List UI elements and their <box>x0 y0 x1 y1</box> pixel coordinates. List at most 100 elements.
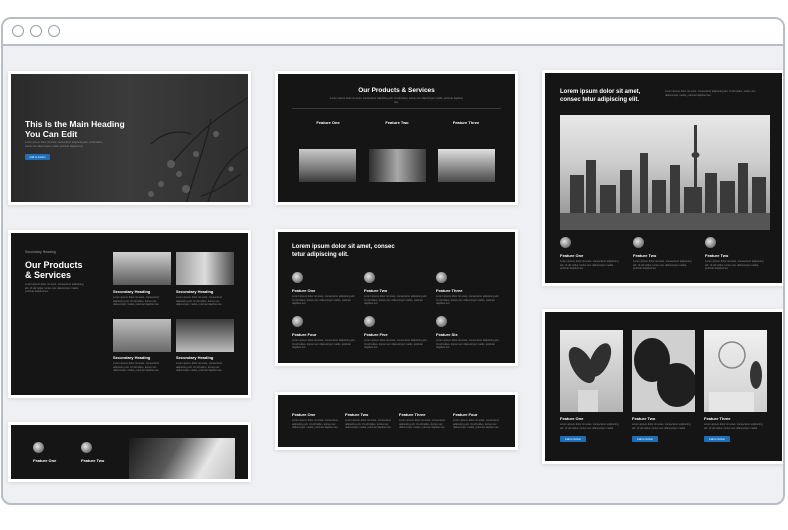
strip-feature-2: Feature Two <box>345 412 369 417</box>
skyline-body-2: Lorem ipsum dolor sit amet, consectetur … <box>633 260 692 271</box>
feature-icon-1 <box>560 237 571 248</box>
service-heading-4: Secondary Heading <box>176 355 214 360</box>
template-card-products[interactable]: Our Products & Services Lorem ipsum dolo… <box>275 71 518 205</box>
hero-heading: This Is the Main Heading You Can Edit <box>25 119 125 139</box>
plant-image-1 <box>560 330 623 412</box>
template-card-skyline[interactable]: Lorem ipsum dolor sit amet, consec tetur… <box>542 70 783 286</box>
feature-icon-2 <box>633 237 644 248</box>
six-feature-body-3: Lorem ipsum dolor sit amet, consectetur … <box>436 295 500 306</box>
plants-body-3: Lorem ipsum dolor sit amet, consectetur … <box>704 423 763 430</box>
monstera-leaves <box>634 338 695 407</box>
service-heading-3: Secondary Heading <box>113 355 151 360</box>
skyline-body-1: Lorem ipsum dolor sit amet, consectetur … <box>560 260 619 271</box>
template-card-four-features[interactable]: Feature One Feature Two Feature Three Fe… <box>275 392 518 450</box>
six-feature-body-4: Lorem ipsum dolor sit amet, consectetur … <box>292 339 356 350</box>
partial-feature-1: Feature One <box>33 458 57 463</box>
plants-feature-3: Feature Three <box>704 416 731 421</box>
skyline-feature-3: Feature Two <box>705 253 729 258</box>
feature-icon-six <box>436 316 447 327</box>
interior-image-1 <box>299 149 356 182</box>
partial-feature-icon-1 <box>33 442 44 453</box>
plants-cta-2[interactable]: Call to Action <box>632 436 658 442</box>
products-subtitle: Lorem ipsum dolor sit amet, consectetur … <box>330 97 463 104</box>
interior-image-2 <box>369 149 426 182</box>
hero-body: Lorem ipsum dolor sit amet, consectetur … <box>25 141 103 148</box>
skyline-feature-1: Feature One <box>560 253 584 258</box>
six-feature-5: Feature Five <box>364 332 388 337</box>
six-feature-body-1: Lorem ipsum dolor sit amet, consectetur … <box>292 295 356 306</box>
products-divider <box>292 108 501 109</box>
six-feature-6: Feature Six <box>436 332 458 337</box>
strip-body-3: Lorem ipsum dolor sit amet, consectetur … <box>399 419 446 430</box>
strip-feature-1: Feature One <box>292 412 316 417</box>
plants-feature-2: Feature Two <box>632 416 656 421</box>
service-image-1 <box>113 252 171 285</box>
template-card-hero[interactable]: This Is the Main Heading You Can Edit Lo… <box>8 71 251 205</box>
services-eyebrow: Secondary Heading <box>25 250 56 254</box>
plants-body-1: Lorem ipsum dolor sit amet, consectetur … <box>560 423 619 430</box>
city-skyline-image <box>560 115 770 230</box>
service-image-4 <box>176 319 234 352</box>
skyline-body-3: Lorem ipsum dolor sit amet, consectetur … <box>705 260 764 271</box>
feature-icon-three <box>436 272 447 283</box>
template-card-services-grid[interactable]: Secondary Heading Our Products & Service… <box>8 230 251 398</box>
service-heading-1: Secondary Heading <box>113 289 151 294</box>
plants-cta-1[interactable]: Call to Action <box>560 436 586 442</box>
template-card-six-features[interactable]: Lorem ipsum dolor sit amet, consec tetur… <box>275 229 518 366</box>
service-heading-2: Secondary Heading <box>176 289 214 294</box>
services-body: Lorem ipsum dolor sit amet, consectetur … <box>25 283 84 294</box>
plant-image-2 <box>632 330 695 412</box>
window-maximize-dot[interactable] <box>48 25 60 37</box>
plant-image-3 <box>704 330 767 412</box>
six-feature-3: Feature Three <box>436 288 463 293</box>
products-feature-3: Feature Three <box>452 120 480 125</box>
template-card-partial[interactable]: Feature One Feature Two <box>8 422 251 482</box>
browser-window: This Is the Main Heading You Can Edit Lo… <box>1 17 785 505</box>
feature-icon-3 <box>705 237 716 248</box>
strip-body-2: Lorem ipsum dolor sit amet, consectetur … <box>345 419 392 430</box>
service-body-4: Lorem ipsum dolor sit amet, consectetur … <box>176 362 223 373</box>
feature-icon-two <box>364 272 375 283</box>
services-title: Our Products & Services <box>25 260 83 280</box>
feature-icon-four <box>292 316 303 327</box>
partial-feature-icon-2 <box>81 442 92 453</box>
plants-cta-3[interactable]: Call to Action <box>704 436 730 442</box>
clock-and-plant <box>709 341 762 412</box>
window-minimize-dot[interactable] <box>30 25 42 37</box>
template-card-plants[interactable]: Feature One Feature Two Feature Three Lo… <box>542 309 783 464</box>
products-feature-2: Feature Two <box>385 120 409 125</box>
template-gallery: This Is the Main Heading You Can Edit Lo… <box>3 46 783 503</box>
strip-body-4: Lorem ipsum dolor sit amet, consectetur … <box>453 419 500 430</box>
service-image-2 <box>176 252 234 285</box>
skyline-intro: Lorem ipsum dolor sit amet, consectetur … <box>665 90 756 97</box>
interior-image-3 <box>438 149 495 182</box>
strip-feature-4: Feature Four <box>453 412 478 417</box>
six-features-heading: Lorem ipsum dolor sit amet, consec tetur… <box>292 244 395 258</box>
six-feature-4: Feature Four <box>292 332 317 337</box>
products-feature-1: Feature One <box>316 120 340 125</box>
six-feature-2: Feature Two <box>364 288 388 293</box>
feature-icon-one <box>292 272 303 283</box>
browser-titlebar <box>3 19 783 46</box>
six-feature-body-6: Lorem ipsum dolor sit amet, consectetur … <box>436 339 500 350</box>
feature-icon-five <box>364 316 375 327</box>
plant-leaves <box>568 343 612 412</box>
six-feature-body-2: Lorem ipsum dolor sit amet, consectetur … <box>364 295 428 306</box>
service-image-3 <box>113 319 171 352</box>
service-body-3: Lorem ipsum dolor sit amet, consectetur … <box>113 362 160 373</box>
service-body-2: Lorem ipsum dolor sit amet, consectetur … <box>176 296 223 307</box>
strip-feature-3: Feature Three <box>399 412 426 417</box>
hero-cta-button[interactable]: Call to Action <box>25 154 50 160</box>
window-close-dot[interactable] <box>12 25 24 37</box>
six-feature-body-5: Lorem ipsum dolor sit amet, consectetur … <box>364 339 428 350</box>
tree-branch-image <box>148 96 248 202</box>
partial-feature-2: Feature Two <box>81 458 105 463</box>
architecture-image <box>129 438 235 479</box>
plants-body-2: Lorem ipsum dolor sit amet, consectetur … <box>632 423 691 430</box>
skyline-feature-2: Feature Two <box>633 253 657 258</box>
skyline-heading: Lorem ipsum dolor sit amet, consec tetur… <box>560 89 641 103</box>
six-feature-1: Feature One <box>292 288 316 293</box>
products-title: Our Products & Services <box>358 87 435 94</box>
plants-feature-1: Feature One <box>560 416 584 421</box>
skyline-silhouette <box>560 125 770 230</box>
